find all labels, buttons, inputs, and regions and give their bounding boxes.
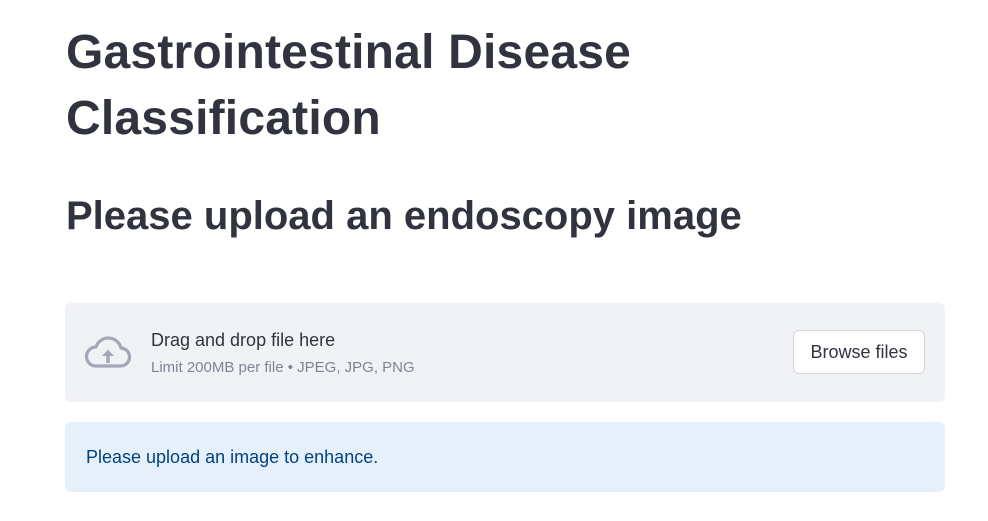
cloud-upload-icon bbox=[84, 336, 132, 368]
info-alert-message: Please upload an image to enhance. bbox=[86, 447, 379, 467]
dropzone-title: Drag and drop file here bbox=[151, 330, 336, 350]
main-container: Gastrointestinal Disease Classification … bbox=[0, 0, 988, 521]
page-title: Gastrointestinal Disease Classification bbox=[66, 26, 632, 145]
dropzone-limit: Limit 200MB per file • JPEG, JPG, PNG bbox=[151, 359, 415, 376]
browse-files-button[interactable]: Browse files bbox=[793, 330, 925, 374]
page-subtitle: Please upload an endoscopy image bbox=[66, 194, 742, 238]
dropzone-instructions: Drag and drop file here Limit 200MB per … bbox=[151, 328, 415, 378]
